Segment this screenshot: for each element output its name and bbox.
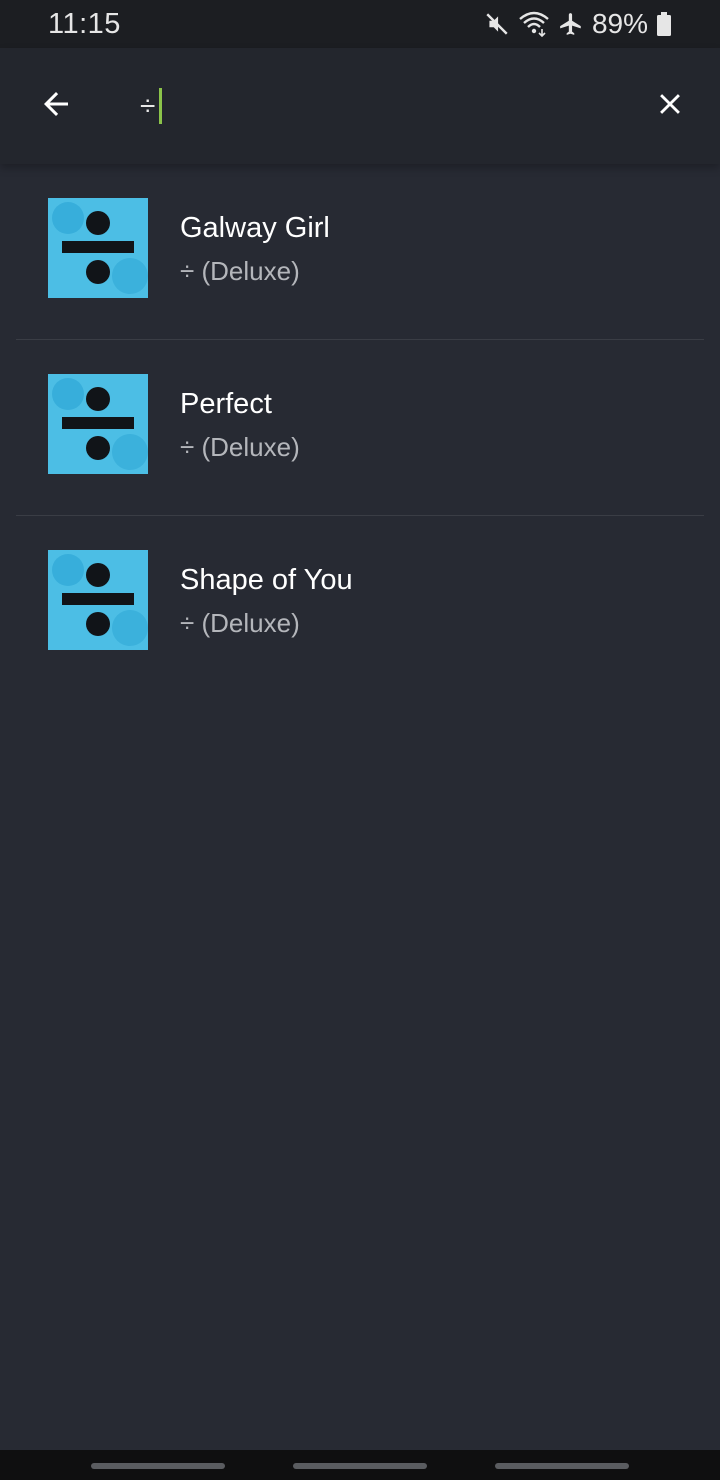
album-art [48, 198, 148, 298]
song-title: Shape of You [180, 564, 353, 596]
status-time: 11:15 [48, 7, 121, 40]
album-name: ÷ (Deluxe) [180, 432, 300, 462]
airplane-icon [558, 11, 584, 37]
text-caret [159, 88, 163, 124]
list-item[interactable]: Shape of You ÷ (Deluxe) [0, 516, 720, 692]
wifi-icon [518, 11, 550, 37]
status-icons: 89% [484, 8, 672, 40]
battery-icon [656, 11, 672, 37]
navigation-bar [0, 1450, 720, 1480]
nav-back-handle[interactable] [495, 1463, 629, 1469]
back-button[interactable] [28, 78, 84, 134]
close-icon [653, 87, 687, 126]
nav-recents-handle[interactable] [91, 1463, 225, 1469]
search-results-list: Galway Girl ÷ (Deluxe) Perfect ÷ (Deluxe… [0, 164, 720, 692]
search-header: ÷ [0, 48, 720, 164]
album-name: ÷ (Deluxe) [180, 608, 300, 638]
album-art [48, 550, 148, 650]
album-art [48, 374, 148, 474]
clear-search-button[interactable] [640, 78, 700, 134]
song-title: Galway Girl [180, 212, 330, 244]
list-item[interactable]: Perfect ÷ (Deluxe) [0, 340, 720, 516]
battery-level: 89% [591, 8, 648, 39]
nav-home-handle[interactable] [293, 1463, 427, 1469]
search-input[interactable]: ÷ [140, 78, 620, 134]
list-item[interactable]: Galway Girl ÷ (Deluxe) [0, 164, 720, 340]
status-bar: 11:15 89% [0, 0, 720, 48]
song-title: Perfect [180, 388, 272, 420]
album-name: ÷ (Deluxe) [180, 256, 300, 286]
arrow-left-icon [38, 86, 74, 127]
mute-icon [484, 11, 510, 37]
search-query: ÷ [140, 90, 156, 121]
